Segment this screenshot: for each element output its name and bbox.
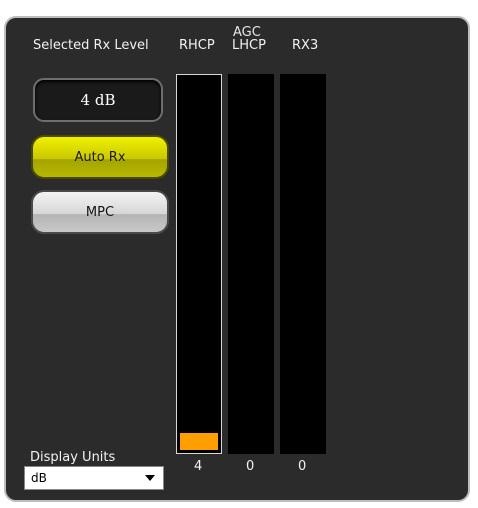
channel-header-lhcp: LHCP bbox=[232, 38, 266, 53]
channel-bar-rx3[interactable] bbox=[280, 74, 326, 454]
display-units-value: dB bbox=[31, 471, 47, 485]
channel-header-rx3: RX3 bbox=[292, 38, 319, 53]
selected-rx-level-label: Selected Rx Level bbox=[33, 38, 149, 53]
channel-bar-rhcp[interactable] bbox=[176, 74, 222, 454]
channel-value-lhcp: 0 bbox=[246, 459, 255, 474]
display-units-label: Display Units bbox=[30, 450, 116, 465]
channel-value-rhcp: 4 bbox=[194, 459, 203, 474]
auto-rx-button[interactable]: Auto Rx bbox=[31, 135, 169, 179]
display-units-select[interactable]: dB bbox=[24, 466, 164, 490]
channel-bar-lhcp[interactable] bbox=[228, 74, 274, 454]
selected-rx-level-display: 4 dB bbox=[33, 78, 163, 122]
channel-value-rx3: 0 bbox=[298, 459, 307, 474]
agc-panel: AGC Selected Rx Level 4 dB Auto Rx MPC R… bbox=[4, 16, 470, 502]
level-fill bbox=[180, 433, 218, 450]
chevron-down-icon bbox=[145, 475, 155, 481]
mpc-button[interactable]: MPC bbox=[31, 190, 169, 234]
channel-header-rhcp: RHCP bbox=[179, 38, 215, 53]
